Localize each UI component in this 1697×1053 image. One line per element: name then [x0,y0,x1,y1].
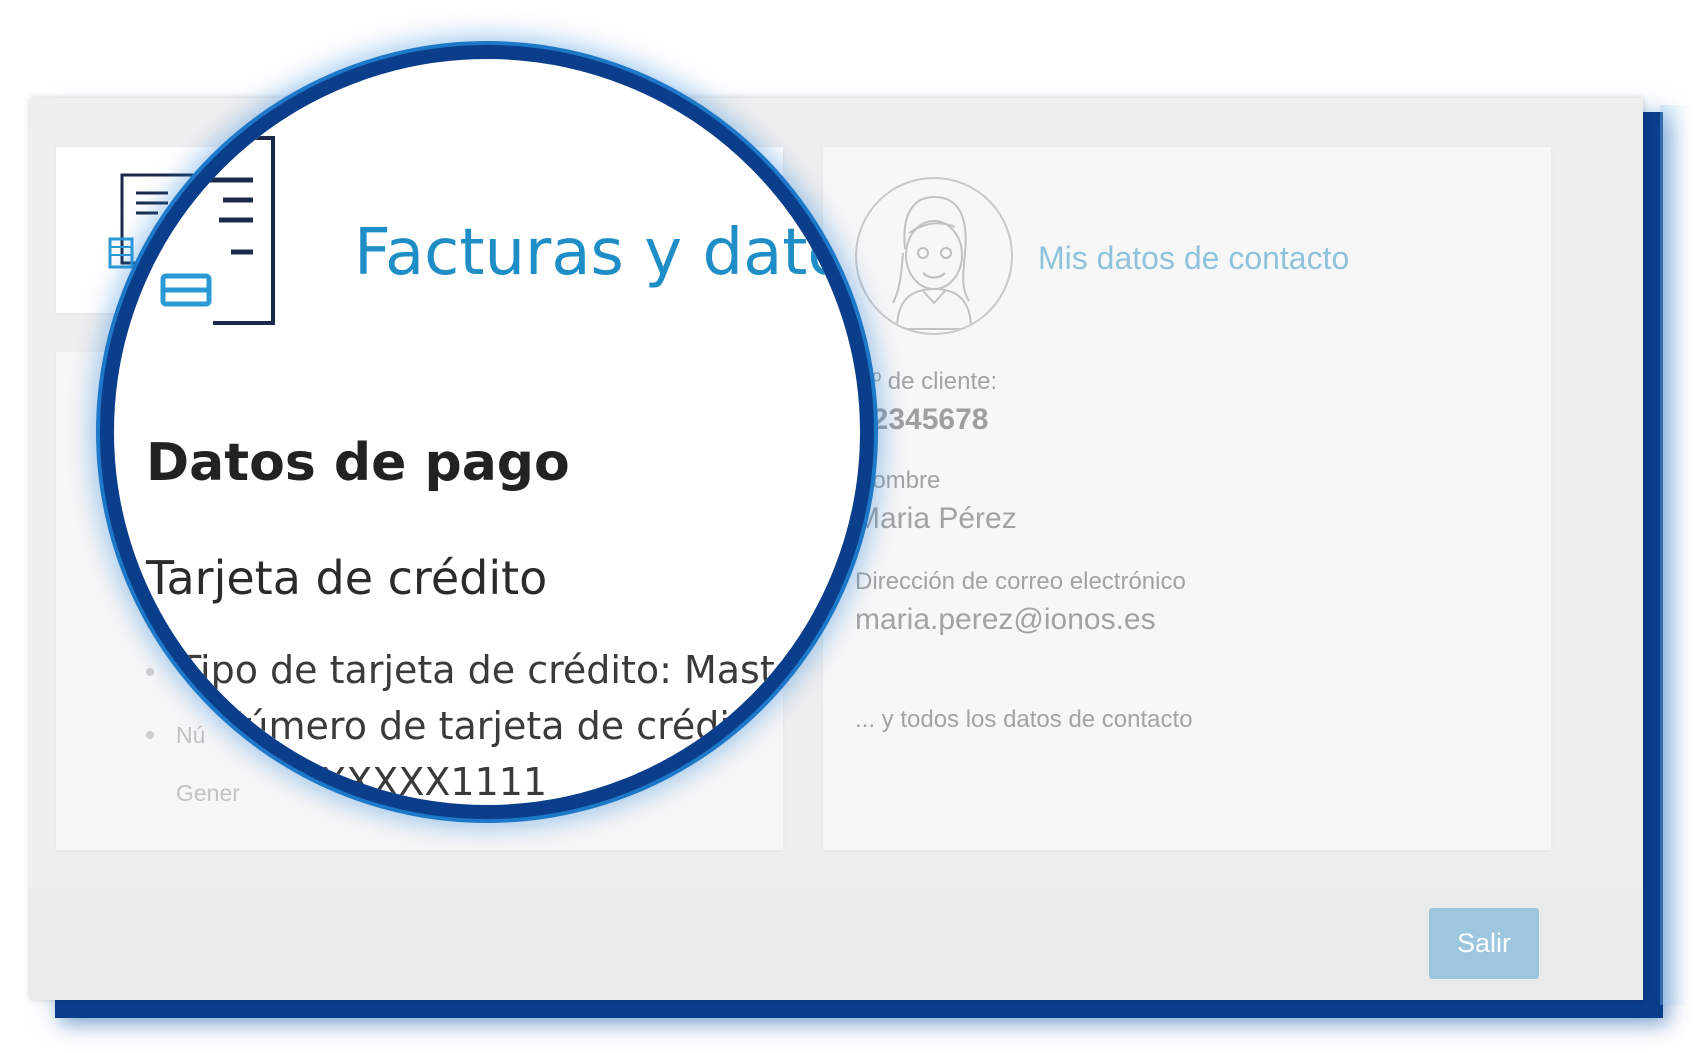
window-shadow-glow [1660,105,1690,1005]
page-title: Facturas y datos de pago [354,216,874,290]
list-bullet [166,670,178,682]
user-avatar-icon [855,177,1013,335]
payment-method: Tarjeta de crédito [146,551,548,605]
footer-bar [30,888,1643,1000]
exit-button[interactable]: Salir [1429,908,1539,979]
card-number-label: Número de tarjeta de crédito: [216,704,781,748]
contact-title[interactable]: Mis datos de contacto [1038,240,1349,277]
magnified-content: Facturas y datos de pago Datos de pago T… [114,59,874,805]
payment-heading: Datos de pago [146,433,570,493]
card-type-line: Tipo de tarjeta de crédito: MasterCard [178,648,874,692]
card-number-value: XXXXXXXXXXXX1111 [138,760,548,804]
all-contact-link[interactable]: ... y todos los datos de contacto [855,706,1193,734]
customer-id-label: Nº de cliente: [855,368,998,395]
invoice-document-icon [160,136,275,325]
customer-id-value: 12345678 [855,403,989,436]
name-value: Maria Pérez [855,502,1017,535]
magnifier-lens: Facturas y datos de pago Datos de pago T… [100,45,874,819]
email-value: maria.perez@ionos.es [855,603,1156,636]
email-label: Dirección de correo electrónico [855,568,1186,595]
